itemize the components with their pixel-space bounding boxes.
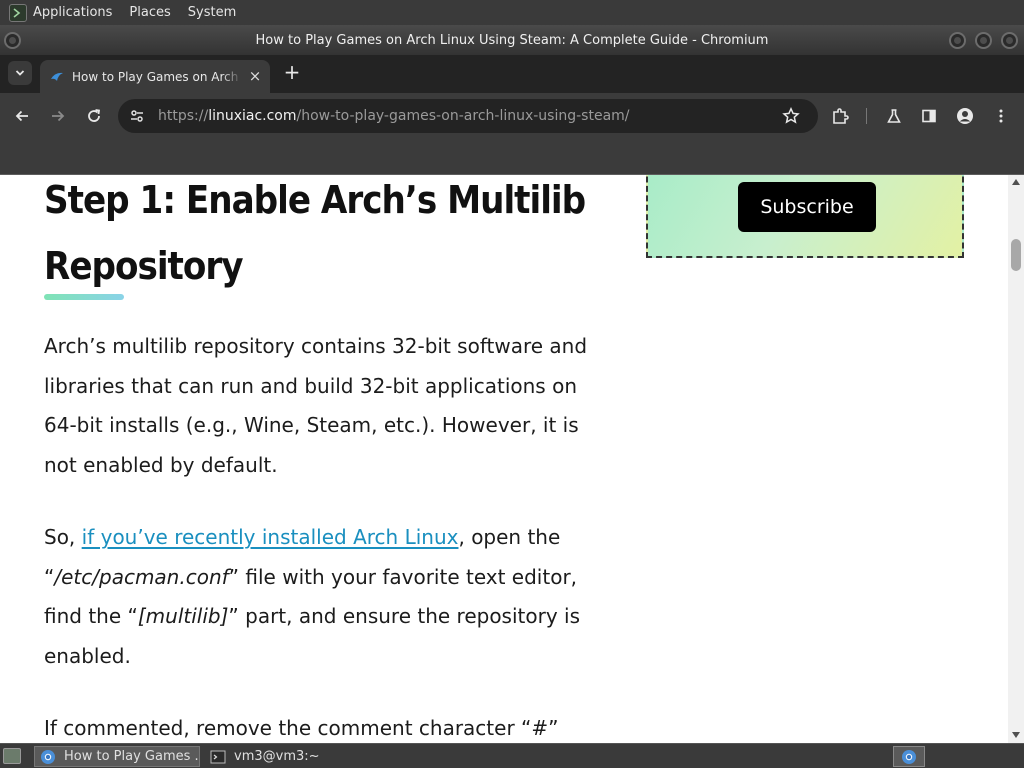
reload-button[interactable] <box>83 105 105 127</box>
article-heading: Step 1: Enable Arch’s Multilib Repositor… <box>44 175 604 299</box>
terminal-app-icon[interactable] <box>9 3 27 22</box>
window-titlebar[interactable]: How to Play Games on Arch Linux Using St… <box>0 25 1024 55</box>
heading-underline <box>44 294 124 300</box>
heading-line-1: Step 1: Enable Arch’s Multilib <box>44 178 586 222</box>
browser-toolbar: https://linuxiac.com/how-to-play-games-o… <box>0 93 1024 140</box>
chevron-down-icon <box>15 70 25 76</box>
close-window-button[interactable] <box>1001 32 1018 49</box>
window-title: How to Play Games on Arch Linux Using St… <box>255 32 769 48</box>
close-tab-icon[interactable]: × <box>248 69 262 84</box>
flask-icon <box>887 109 901 123</box>
scroll-up-arrow-icon[interactable] <box>1012 179 1020 185</box>
subscribe-button[interactable]: Subscribe <box>738 182 876 232</box>
newsletter-box: Subscribe <box>646 175 964 258</box>
install-arch-link[interactable]: if you’ve recently installed Arch Linux <box>82 525 459 549</box>
side-panel-button[interactable] <box>918 105 940 127</box>
linuxiac-favicon-icon <box>51 72 63 81</box>
arrow-right-icon <box>52 110 65 122</box>
show-desktop-button[interactable] <box>3 748 21 764</box>
bookmark-star-icon[interactable] <box>782 107 800 125</box>
tab-label: How to Play Games on Arch Linux Using St… <box>72 69 242 84</box>
page-scrollbar[interactable] <box>1008 175 1024 743</box>
url-host: linuxiac.com <box>208 108 297 124</box>
profile-button[interactable] <box>954 105 976 127</box>
tab-active[interactable]: How to Play Games on Arch Linux Using St… <box>40 60 270 93</box>
browser-menu-button[interactable] <box>990 105 1012 127</box>
menu-applications[interactable]: Applications <box>33 5 112 20</box>
multilib-section-name: [multilib] <box>137 604 229 629</box>
paragraph-multilib-intro: Arch’s multilib repository contains 32-b… <box>44 334 588 478</box>
address-bar[interactable]: https://linuxiac.com/how-to-play-games-o… <box>118 99 818 133</box>
scrollbar-thumb[interactable] <box>1011 239 1021 271</box>
more-vertical-icon <box>999 109 1003 123</box>
taskbar-item-terminal[interactable]: vm3@vm3:~ <box>205 746 365 767</box>
page-content[interactable]: Step 1: Enable Arch’s Multilib Repositor… <box>0 175 1008 743</box>
url-path: /how-to-play-games-on-arch-linux-using-s… <box>296 108 630 124</box>
tab-search-button[interactable] <box>8 61 32 85</box>
chromium-tray-icon <box>902 749 916 764</box>
back-button[interactable] <box>11 105 33 127</box>
extensions-button[interactable] <box>829 105 851 127</box>
window-menu-button[interactable] <box>4 32 21 49</box>
new-tab-button[interactable]: + <box>283 62 301 82</box>
bookmark-bar <box>0 140 1024 174</box>
labs-button[interactable] <box>883 105 905 127</box>
url-scheme: https:// <box>158 108 209 124</box>
scroll-down-arrow-icon[interactable] <box>1012 732 1020 738</box>
taskbar-item-label: vm3@vm3:~ <box>234 749 320 764</box>
chromium-icon <box>41 749 55 764</box>
reload-icon <box>88 109 101 122</box>
maximize-button[interactable] <box>975 32 992 49</box>
menu-system[interactable]: System <box>188 5 236 20</box>
forward-button[interactable] <box>47 105 69 127</box>
taskbar-item-label: How to Play Games ... <box>64 749 200 764</box>
toolbar-divider <box>866 108 867 124</box>
menu-places[interactable]: Places <box>129 5 170 20</box>
puzzle-icon <box>833 108 849 124</box>
tab-strip: How to Play Games on Arch Linux Using St… <box>0 55 1024 93</box>
pacman-conf-path: /etc/pacman.conf <box>54 564 229 589</box>
paragraph-uncomment: If commented, remove the comment charact… <box>44 716 559 740</box>
system-panel: Applications Places System <box>0 0 1024 25</box>
minimize-button[interactable] <box>949 32 966 49</box>
site-info-icon[interactable] <box>128 107 146 125</box>
terminal-icon <box>210 750 226 763</box>
side-panel-icon <box>922 109 936 123</box>
taskbar-item-browser[interactable]: How to Play Games ... <box>34 746 200 767</box>
heading-line-2: Repository <box>44 244 244 288</box>
taskbar: How to Play Games ... vm3@vm3:~ <box>0 743 1024 768</box>
para2-text-1: So, <box>44 525 82 549</box>
arrow-left-icon <box>15 110 28 122</box>
paragraph-edit-pacman-conf: So, if you’ve recently installed Arch Li… <box>44 518 589 677</box>
avatar-icon <box>957 108 973 124</box>
workspace-switcher[interactable] <box>893 746 925 767</box>
